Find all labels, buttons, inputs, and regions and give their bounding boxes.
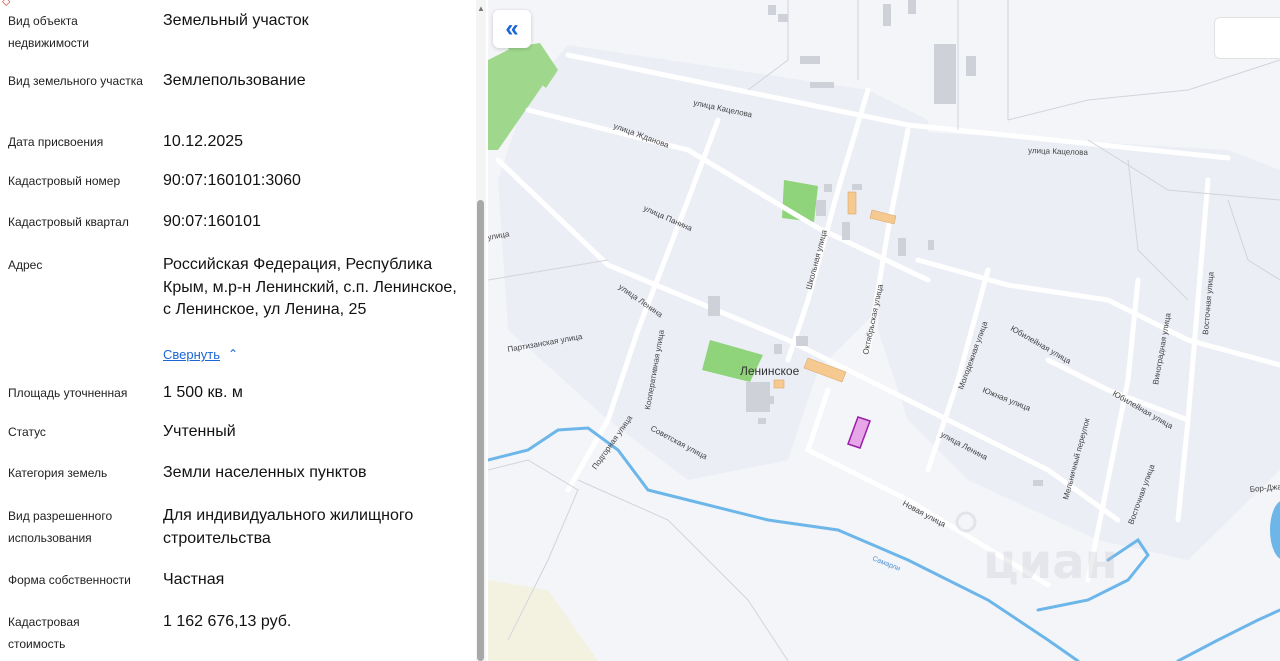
property-label: Статус [8,425,46,439]
map-view[interactable]: улица Кацелова улица Кацелова улица Ждан… [488,0,1280,661]
property-label: Категория земель [8,466,108,480]
property-value: Российская Федерация, Республика Крым, м… [163,256,457,318]
property-label: Вид разрешенного использования [8,509,113,545]
property-label: Кадастровый квартал [8,215,129,229]
property-label: Площадь уточненная [8,386,128,400]
property-value: 1 500 кв. м [163,384,243,401]
double-chevron-left-icon: « [505,15,519,42]
scroll-up-arrow-icon[interactable]: ▲ [476,4,486,13]
property-info-panel: ⬦ Вид объекта недвижимости Земельный уча… [0,0,488,661]
property-value: Учтенный [163,423,236,440]
property-value: 90:07:160101:3060 [163,172,301,189]
property-value: 10.12.2025 [163,133,244,150]
property-label: Вид объекта недвижимости [8,14,89,50]
property-value: Для индивидуального жилищного строительс… [163,507,414,547]
property-value: 90:07:160101 [163,213,261,230]
pin-marker-icon: ⬦ [2,0,11,8]
watermark: циан [983,534,1118,590]
property-label: Адрес [8,258,43,272]
property-value: 1 162 676,13 руб. [163,613,292,630]
map-search-box[interactable] [1214,17,1280,59]
property-label: Кадастровая стоимость [8,615,80,651]
town-label: Ленинское [740,364,800,378]
property-value: Частная [163,571,225,588]
property-label: Форма собственности [8,573,131,587]
scrollbar-thumb[interactable] [477,200,484,661]
property-value: Земельный участок [163,12,309,29]
chevron-up-icon: ⌃ [228,347,239,361]
property-label: Кадастровый номер [8,174,121,188]
property-value: Землепользование [163,72,306,89]
collapse-panel-button[interactable]: « [493,10,531,48]
collapse-toggle[interactable]: Свернуть ⌃ [163,345,238,365]
property-label: Вид земельного участка [8,74,143,88]
property-value: Земли населенных пунктов [163,464,367,481]
map-canvas[interactable]: улица Кацелова улица Кацелова улица Ждан… [488,0,1280,661]
collapse-link[interactable]: Свернуть [163,347,220,362]
property-label: Дата присвоения [8,135,104,149]
